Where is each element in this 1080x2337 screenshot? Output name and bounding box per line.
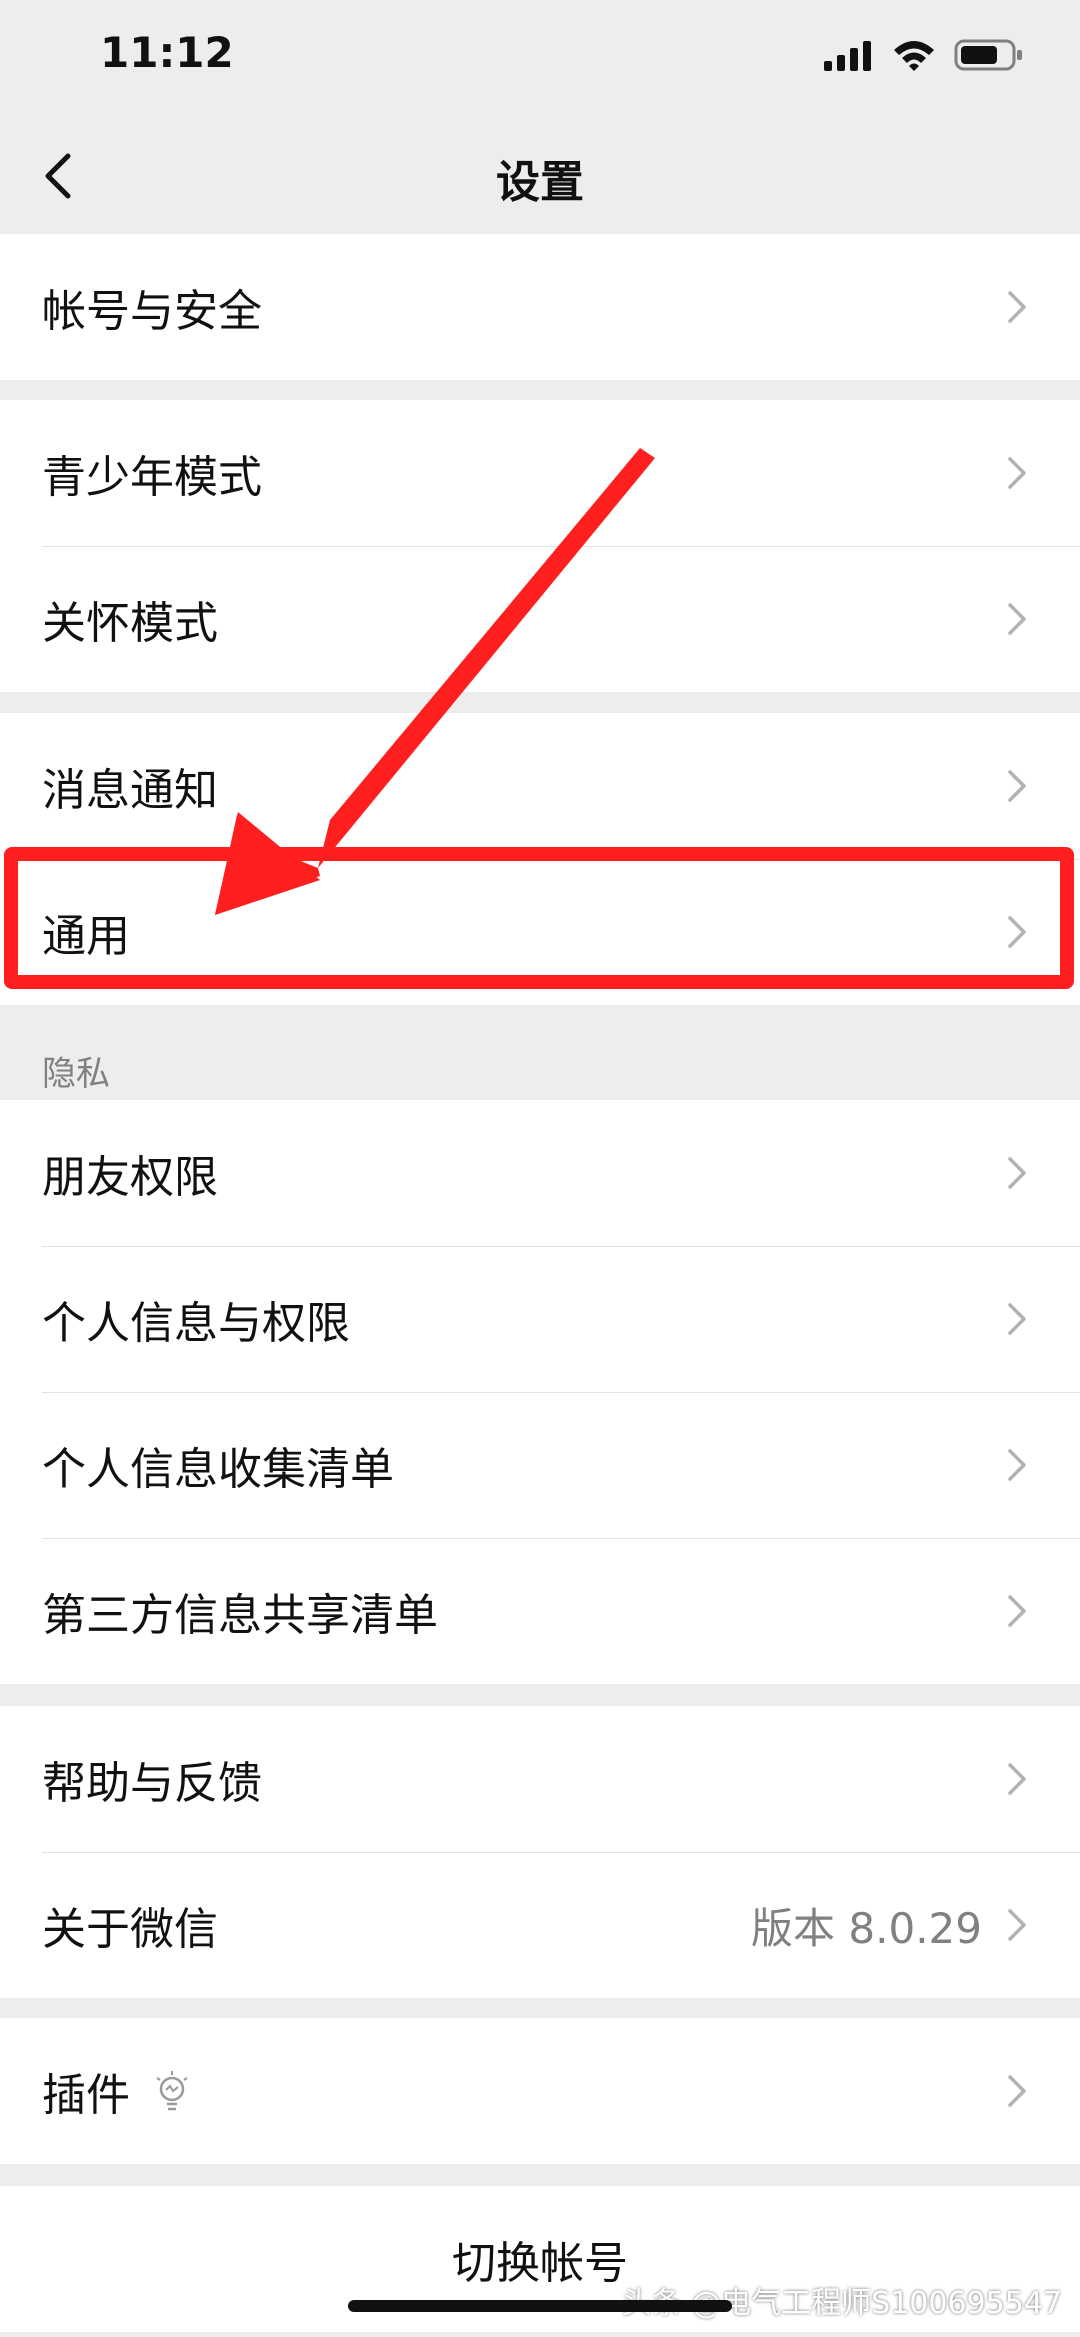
row-label: 帐号与安全 [42,286,262,337]
row-label: 个人信息收集清单 [42,1444,394,1495]
switch-account-label: 切换帐号 [452,2238,628,2289]
row-label: 关怀模式 [42,598,218,649]
row-plugins[interactable]: 插件 [0,2018,1080,2164]
group-notify: 消息通知 通用 [0,713,1080,1005]
chevron-right-icon [1008,1909,1026,1941]
row-third-party-sharing[interactable]: 第三方信息共享清单 [0,1538,1080,1684]
home-indicator [348,2300,732,2312]
row-care-mode[interactable]: 关怀模式 [0,546,1080,692]
wifi-icon [894,41,934,71]
row-label: 青少年模式 [42,452,262,503]
row-label: 个人信息与权限 [42,1298,350,1349]
chevron-right-icon [1008,457,1026,489]
row-account-security[interactable]: 帐号与安全 [0,234,1080,380]
chevron-right-icon [1008,1595,1026,1627]
group-account: 帐号与安全 [0,234,1080,380]
row-label: 消息通知 [42,765,218,816]
section-title-privacy: 隐私 [42,1054,110,1094]
row-help-feedback[interactable]: 帮助与反馈 [0,1706,1080,1852]
row-friend-permissions[interactable]: 朋友权限 [0,1100,1080,1246]
lightbulb-icon [156,2071,188,2111]
chevron-right-icon [1008,1763,1026,1795]
group-privacy: 朋友权限 个人信息与权限 个人信息收集清单 第三方信息共享清单 [0,1100,1080,1684]
row-notifications[interactable]: 消息通知 [0,713,1080,859]
chevron-right-icon [1008,603,1026,635]
row-label: 关于微信 [42,1904,218,1955]
version-value: 版本 8.0.29 [751,1903,982,1953]
group-modes: 青少年模式 关怀模式 [0,400,1080,692]
chevron-right-icon [1008,916,1026,948]
row-general[interactable]: 通用 [0,859,1080,1005]
status-time: 11:12 [100,28,234,77]
row-personal-info-collection[interactable]: 个人信息收集清单 [0,1392,1080,1538]
chevron-right-icon [1008,291,1026,323]
chevron-right-icon [1008,2075,1026,2107]
status-icons [824,38,1024,72]
row-label: 插件 [42,2070,130,2121]
plugin-label-wrap: 插件 [42,2059,1002,2123]
row-personal-info-permissions[interactable]: 个人信息与权限 [0,1246,1080,1392]
battery-icon [954,39,1022,71]
row-label: 通用 [42,911,130,962]
chevron-right-icon [1008,1157,1026,1189]
group-plugin: 插件 [0,2018,1080,2164]
chevron-right-icon [1008,1449,1026,1481]
chevron-right-icon [1008,770,1026,802]
row-label: 第三方信息共享清单 [42,1590,438,1641]
nav-bar: 设置 [0,120,1080,232]
row-label: 朋友权限 [42,1152,218,1203]
row-youth-mode[interactable]: 青少年模式 [0,400,1080,546]
signal-icon [824,41,871,71]
group-help: 帮助与反馈 关于微信 版本 8.0.29 [0,1706,1080,1998]
chevron-right-icon [1008,1303,1026,1335]
page-title: 设置 [496,157,584,208]
status-bar: 11:12 [0,0,1080,120]
row-about-wechat[interactable]: 关于微信 版本 8.0.29 [0,1852,1080,1998]
row-label: 帮助与反馈 [42,1758,262,1809]
